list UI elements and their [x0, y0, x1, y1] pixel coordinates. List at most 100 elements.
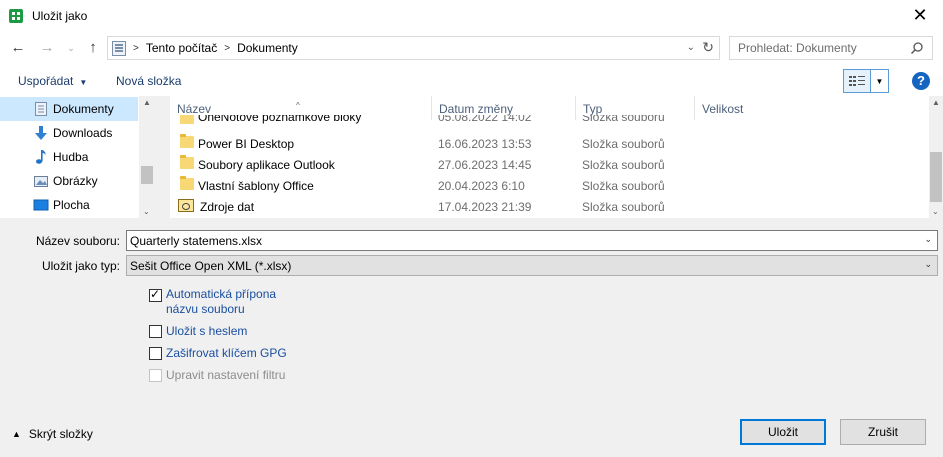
search-icon[interactable]	[910, 41, 924, 55]
calc-app-icon	[9, 8, 23, 23]
navigation-pane-scrollbar[interactable]: ▲ ⌄	[139, 96, 155, 218]
file-type: Složka souborů	[582, 179, 665, 193]
file-type: Složka souborů	[582, 158, 665, 172]
back-arrow-icon[interactable]: ←	[9, 39, 27, 57]
file-name: Vlastní šablony Office	[198, 179, 314, 193]
organize-button[interactable]: Uspořádat ▼	[18, 74, 87, 88]
file-date: 27.06.2023 14:45	[438, 158, 532, 172]
cancel-button[interactable]: Zrušit	[840, 419, 926, 445]
scroll-down-icon[interactable]: ⌄	[143, 207, 150, 216]
filename-label: Název souboru:	[35, 234, 120, 248]
file-list: ^ Název Datum změny Typ Velikost OneNoto…	[170, 96, 929, 218]
dropdown-triangle-icon: ▼	[875, 76, 884, 86]
sidebar-item-music[interactable]: Hudba	[0, 145, 138, 169]
forward-arrow-icon[interactable]: →	[38, 39, 56, 57]
folder-icon	[180, 115, 194, 124]
new-folder-button[interactable]: Nová složka	[116, 74, 181, 88]
scroll-thumb[interactable]	[930, 152, 942, 202]
hide-folders-toggle[interactable]: ▲ Skrýt složky	[12, 427, 93, 441]
help-icon[interactable]: ?	[912, 72, 930, 90]
save-button[interactable]: Uložit	[740, 419, 826, 445]
scroll-up-icon[interactable]: ▲	[932, 98, 940, 107]
file-name: Power BI Desktop	[198, 137, 295, 151]
sidebar-item-documents[interactable]: Dokumenty	[0, 97, 138, 121]
sidebar-item-label: Downloads	[53, 126, 113, 140]
filename-input[interactable]	[127, 231, 907, 250]
save-with-password-checkbox[interactable]	[149, 325, 162, 338]
filename-field[interactable]: ⌄	[126, 230, 938, 251]
breadcrumb-separator-icon[interactable]: >	[133, 43, 139, 54]
file-date: 05.08.2022 14:02	[438, 115, 532, 124]
breadcrumb-documents[interactable]: Dokumenty	[237, 41, 298, 55]
file-date: 20.04.2023 6:10	[438, 179, 525, 193]
dropdown-triangle-icon: ▼	[79, 78, 88, 87]
address-bar[interactable]: > Tento počítač > Dokumenty ⌄ ↻	[107, 36, 720, 60]
file-list-scrollbar[interactable]: ▲ ⌄	[929, 96, 943, 218]
window-title: Uložit jako	[32, 8, 88, 23]
table-row[interactable]: Power BI Desktop 16.06.2023 13:53 Složka…	[170, 133, 929, 154]
sidebar-item-desktop[interactable]: Plocha	[0, 193, 138, 217]
filetype-value: Sešit Office Open XML (*.xlsx)	[130, 259, 292, 273]
title-bar: Uložit jako ✕	[0, 0, 943, 31]
sidebar-item-downloads[interactable]: Downloads	[0, 121, 138, 145]
filetype-select[interactable]: Sešit Office Open XML (*.xlsx) ⌄	[126, 255, 938, 276]
recent-locations-chevron-icon[interactable]: ⌄	[62, 39, 80, 57]
details-view-icon	[849, 76, 865, 86]
navigation-bar: ← → ⌄ ↑ > Tento počítač > Dokumenty ⌄ ↻	[0, 31, 943, 65]
scroll-thumb[interactable]	[141, 166, 153, 184]
documents-icon	[35, 102, 47, 116]
filetype-label: Uložit jako typ:	[41, 259, 120, 273]
folder-icon	[180, 155, 194, 169]
location-icon	[112, 40, 126, 56]
scroll-up-icon[interactable]: ▲	[143, 98, 151, 107]
file-date: 17.04.2023 21:39	[438, 200, 532, 214]
search-input[interactable]	[730, 41, 900, 55]
downloads-icon	[35, 126, 47, 140]
table-row[interactable]: Soubory aplikace Outlook 27.06.2023 14:4…	[170, 154, 929, 175]
file-type: Složka souborů	[582, 200, 665, 214]
folder-icon	[180, 176, 194, 190]
sidebar-item-pictures[interactable]: Obrázky	[0, 169, 138, 193]
pictures-icon	[34, 176, 48, 187]
folder-icon	[180, 134, 194, 148]
gpg-encrypt-checkbox[interactable]	[149, 347, 162, 360]
chevron-up-icon: ▲	[12, 429, 21, 439]
navigation-pane: Dokumenty Downloads Hudba Obrázky Plocha…	[0, 96, 155, 218]
breadcrumb-this-pc[interactable]: Tento počítač	[146, 41, 217, 55]
scroll-down-icon[interactable]: ⌄	[932, 207, 939, 216]
gpg-encrypt-label[interactable]: Zašifrovat klíčem GPG	[166, 346, 287, 361]
file-name: Soubory aplikace Outlook	[198, 158, 335, 172]
table-row[interactable]: Vlastní šablony Office 20.04.2023 6:10 S…	[170, 175, 929, 196]
table-row[interactable]: Zdroje dat 17.04.2023 21:39 Složka soubo…	[170, 196, 929, 217]
up-arrow-icon[interactable]: ↑	[84, 39, 102, 57]
file-name: OneNotové poznámkové bloky	[198, 115, 362, 124]
view-options-dropdown[interactable]: ▼	[871, 69, 889, 93]
sidebar-item-label: Obrázky	[53, 174, 98, 188]
music-icon	[36, 150, 46, 164]
file-type: Složka souborů	[582, 137, 665, 151]
command-toolbar: Uspořádat ▼ Nová složka ▼ ?	[0, 65, 943, 96]
edit-filter-settings-label: Upravit nastavení filtru	[166, 368, 286, 382]
file-name: Zdroje dat	[200, 200, 255, 214]
refresh-icon[interactable]: ↻	[702, 39, 714, 56]
file-type: Složka souborů	[582, 115, 665, 124]
desktop-icon	[33, 199, 49, 211]
auto-extension-checkbox[interactable]	[149, 287, 162, 302]
change-view-button[interactable]	[843, 69, 871, 93]
auto-extension-label[interactable]: Automatická přípona názvu souboru	[166, 287, 276, 317]
sidebar-item-label: Dokumenty	[53, 102, 114, 116]
sidebar-item-label: Hudba	[53, 150, 89, 164]
address-dropdown-icon[interactable]: ⌄	[687, 42, 695, 53]
close-button[interactable]: ✕	[911, 6, 929, 24]
file-date: 16.06.2023 13:53	[438, 137, 532, 151]
search-box[interactable]	[729, 36, 933, 60]
data-sources-icon	[178, 199, 194, 212]
organize-label: Uspořádat	[18, 74, 74, 88]
save-with-password-label[interactable]: Uložit s heslem	[166, 324, 247, 339]
chevron-down-icon[interactable]: ⌄	[924, 234, 932, 245]
hide-folders-label: Skrýt složky	[28, 427, 93, 441]
breadcrumb-separator-icon[interactable]: >	[224, 43, 230, 54]
edit-filter-settings-checkbox[interactable]	[149, 369, 162, 382]
chevron-down-icon: ⌄	[924, 259, 932, 269]
table-row[interactable]: OneNotové poznámkové bloky 05.08.2022 14…	[170, 115, 929, 129]
